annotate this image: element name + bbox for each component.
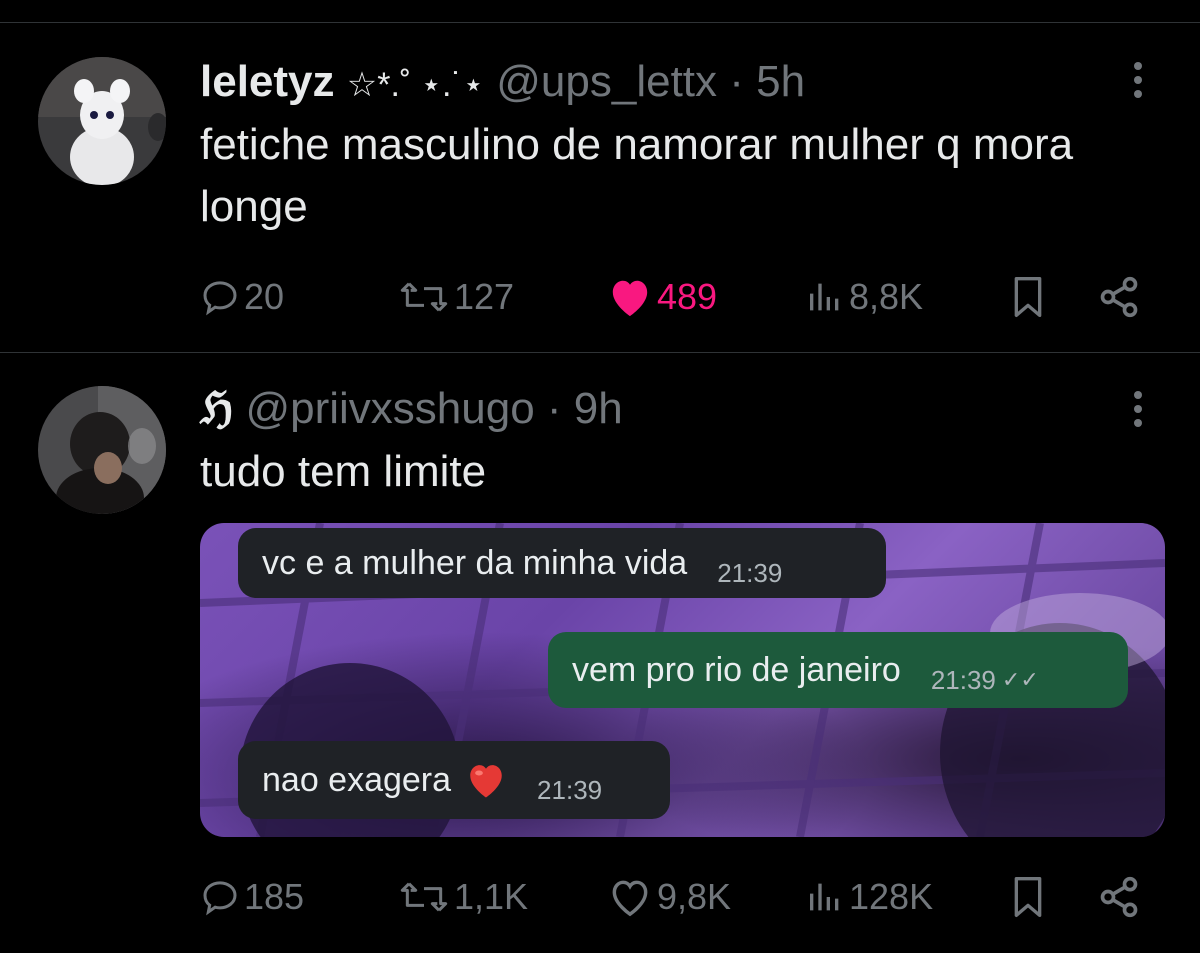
reply-count: 20 (244, 276, 285, 317)
bookmark-button[interactable] (1008, 872, 1052, 922)
avatar[interactable] (38, 386, 166, 514)
display-name[interactable]: ℌ (200, 384, 233, 433)
repost-button[interactable]: 127 (398, 272, 514, 322)
reply-button[interactable]: 20 (200, 272, 284, 322)
repost-icon (400, 282, 448, 312)
handle[interactable]: @ups_lettx (496, 57, 717, 106)
more-icon[interactable] (1126, 62, 1150, 106)
repost-button[interactable]: 1,1K (398, 872, 528, 922)
views-count: 8,8K (849, 276, 924, 317)
share-button[interactable] (1096, 872, 1146, 922)
message-text: vem pro rio de janeiro (572, 650, 901, 689)
repost-count: 1,1K (454, 876, 529, 917)
reply-count: 185 (244, 876, 305, 917)
bookmark-button[interactable] (1008, 272, 1052, 322)
tweet-1[interactable]: leletyz ☆*.˚ ⋆.˙⋆ @ups_lettx · 5h fetich… (0, 0, 1200, 352)
repost-icon (400, 882, 448, 912)
chat-message-outgoing: vem pro rio de janeiro 21:39 ✓✓ (548, 632, 1128, 708)
views-count: 128K (849, 876, 934, 917)
tweet-text: tudo tem limite (200, 447, 487, 496)
bookmark-icon (1014, 877, 1042, 917)
repost-count: 127 (454, 276, 515, 317)
action-bar: 185 1,1K 9,8K 128K (0, 872, 1200, 922)
like-icon (612, 880, 648, 917)
message-text: nao exagera (262, 760, 452, 799)
message-text: vc e a mulher da minha vida (262, 543, 688, 582)
reply-icon (203, 881, 237, 916)
handle[interactable]: @priivxsshugo (245, 384, 534, 433)
views-icon (810, 283, 839, 311)
separator: · (546, 384, 562, 433)
separator: · (729, 57, 744, 106)
share-button[interactable] (1096, 272, 1146, 322)
tweet-text: fetiche masculino de namorar mulher q mo… (200, 120, 1074, 231)
action-bar: 20 127 489 8,8K (0, 272, 1200, 322)
views-button[interactable]: 128K (805, 872, 933, 922)
like-button[interactable]: 9,8K (607, 872, 731, 922)
message-time: 21:39 (930, 664, 996, 695)
message-time: 21:39 (717, 557, 783, 588)
views-button[interactable]: 8,8K (805, 272, 923, 322)
name-decoration: ☆*.˚ ⋆.˙⋆ (346, 66, 485, 104)
reply-button[interactable]: 185 (200, 872, 304, 922)
timestamp[interactable]: 5h (756, 57, 805, 106)
more-icon[interactable] (1126, 391, 1150, 435)
tweet-header: leletyz ☆*.˚ ⋆.˙⋆ @ups_lettx · 5h (200, 56, 805, 111)
like-button[interactable]: 489 (607, 272, 717, 322)
reply-icon (203, 281, 237, 316)
red-heart-emoji-icon (470, 765, 502, 798)
tweet-header: ℌ @priivxsshugo · 9h (200, 383, 623, 435)
read-receipt-icon: ✓✓ (1001, 667, 1039, 692)
share-icon (1100, 276, 1138, 318)
display-name[interactable]: leletyz (200, 57, 335, 106)
views-icon (810, 883, 839, 911)
bookmark-icon (1014, 276, 1042, 317)
timestamp[interactable]: 9h (574, 384, 623, 433)
chat-message-incoming: vc e a mulher da minha vida 21:39 (238, 528, 886, 598)
share-icon (1100, 876, 1138, 918)
like-count: 489 (657, 276, 718, 317)
chat-message-incoming: nao exagera 21:39 (238, 741, 670, 819)
like-icon (612, 280, 648, 317)
like-count: 9,8K (657, 876, 732, 917)
message-time: 21:39 (537, 774, 603, 805)
avatar[interactable] (38, 57, 166, 185)
tweet-media-image[interactable]: vc e a mulher da minha vida 21:39 vem pr… (200, 523, 1165, 837)
